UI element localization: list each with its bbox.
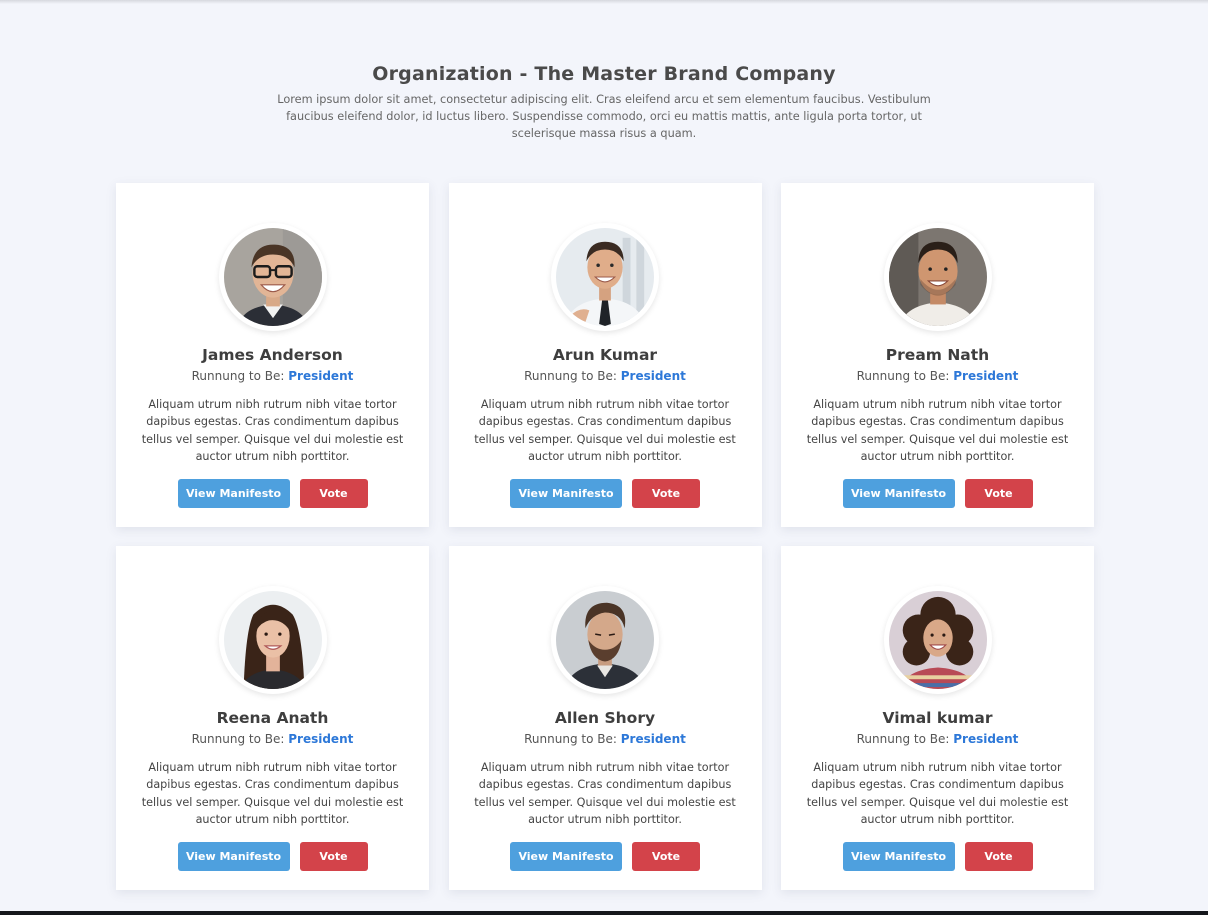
candidate-description: Aliquam utrum nibh rutrum nibh vitae tor…	[474, 398, 736, 463]
candidate-card: Allen Shory Runnung to Be: President Ali…	[448, 546, 762, 890]
candidate-description: Aliquam utrum nibh rutrum nibh vitae tor…	[806, 398, 1069, 463]
view-manifesto-button[interactable]: View Manifesto	[510, 842, 622, 871]
office-label: President	[288, 369, 354, 383]
avatar-frame	[218, 223, 327, 331]
avatar-frame	[883, 223, 992, 331]
candidate-role: Runnung to Be: President	[449, 367, 762, 385]
candidate-photo-man-beard	[556, 591, 654, 689]
avatar-frame	[883, 586, 992, 694]
candidate-name: Pream Nath	[885, 346, 990, 364]
view-manifesto-button[interactable]: View Manifesto	[510, 479, 622, 508]
running-label: Runnung to Be:	[856, 732, 950, 746]
card-actions: View Manifesto Vote	[781, 479, 1094, 508]
avatar-frame	[551, 586, 659, 694]
card-actions: View Manifesto Vote	[781, 842, 1094, 871]
candidate-photo-man-glasses	[223, 228, 322, 326]
avatar-frame	[218, 586, 327, 694]
candidate-name: Reena Anath	[216, 709, 329, 727]
card-actions: View Manifesto Vote	[116, 479, 429, 508]
page-title: Organization - The Master Brand Company	[372, 63, 836, 85]
candidate-description: Aliquam utrum nibh rutrum nibh vitae tor…	[141, 398, 404, 463]
candidate-photo-man-shirt-tie	[556, 228, 654, 326]
candidate-description: Aliquam utrum nibh rutrum nibh vitae tor…	[806, 761, 1069, 826]
view-manifesto-button[interactable]: View Manifesto	[177, 842, 290, 871]
page-subtitle: Lorem ipsum dolor sit amet, consectetur …	[277, 93, 931, 140]
vote-button[interactable]: Vote	[964, 479, 1033, 508]
candidate-photo-woman-curly-hair	[888, 591, 987, 689]
running-label: Runnung to Be:	[191, 369, 285, 383]
candidate-role: Runnung to Be: President	[449, 730, 762, 748]
view-manifesto-button[interactable]: View Manifesto	[177, 479, 290, 508]
candidate-card: Reena Anath Runnung to Be: President Ali…	[116, 546, 429, 890]
office-label: President	[620, 732, 686, 746]
card-actions: View Manifesto Vote	[116, 842, 429, 871]
candidate-name: Allen Shory	[554, 709, 656, 727]
vote-button[interactable]: Vote	[299, 842, 368, 871]
card-actions: View Manifesto Vote	[449, 842, 762, 871]
vote-button[interactable]: Vote	[299, 479, 368, 508]
candidate-card: Vimal kumar Runnung to Be: President Ali…	[781, 546, 1094, 890]
candidate-description: Aliquam utrum nibh rutrum nibh vitae tor…	[141, 761, 404, 826]
candidate-name: James Anderson	[202, 346, 343, 364]
running-label: Runnung to Be:	[524, 369, 617, 383]
candidate-name: Vimal kumar	[882, 709, 993, 727]
vote-button[interactable]: Vote	[964, 842, 1033, 871]
candidate-card: James Anderson Runnung to Be: President …	[116, 183, 429, 527]
avatar-frame	[551, 223, 659, 331]
candidate-role: Runnung to Be: President	[116, 367, 429, 385]
candidate-photo-woman-dark-hair	[223, 591, 322, 689]
card-actions: View Manifesto Vote	[449, 479, 762, 508]
running-label: Runnung to Be:	[191, 732, 285, 746]
candidate-role: Runnung to Be: President	[116, 730, 429, 748]
running-label: Runnung to Be:	[856, 369, 950, 383]
vote-button[interactable]: Vote	[632, 842, 700, 871]
candidate-description: Aliquam utrum nibh rutrum nibh vitae tor…	[474, 761, 736, 826]
office-label: President	[953, 369, 1019, 383]
office-label: President	[620, 369, 686, 383]
view-manifesto-button[interactable]: View Manifesto	[842, 842, 955, 871]
office-label: President	[953, 732, 1019, 746]
page-header: Organization - The Master Brand Company …	[254, 60, 954, 142]
vote-button[interactable]: Vote	[632, 479, 700, 508]
candidate-role: Runnung to Be: President	[781, 730, 1094, 748]
running-label: Runnung to Be:	[524, 732, 617, 746]
candidate-photo-man-smiling	[888, 228, 987, 326]
bottom-edge-bar	[0, 911, 1208, 915]
view-manifesto-button[interactable]: View Manifesto	[842, 479, 955, 508]
candidate-role: Runnung to Be: President	[781, 367, 1094, 385]
top-shadow	[0, 0, 1208, 4]
candidate-grid: James Anderson Runnung to Be: President …	[116, 183, 1094, 890]
candidate-card: Arun Kumar Runnung to Be: President Aliq…	[448, 183, 762, 527]
candidate-card: Pream Nath Runnung to Be: President Aliq…	[781, 183, 1094, 527]
office-label: President	[288, 732, 354, 746]
candidate-name: Arun Kumar	[552, 346, 658, 364]
